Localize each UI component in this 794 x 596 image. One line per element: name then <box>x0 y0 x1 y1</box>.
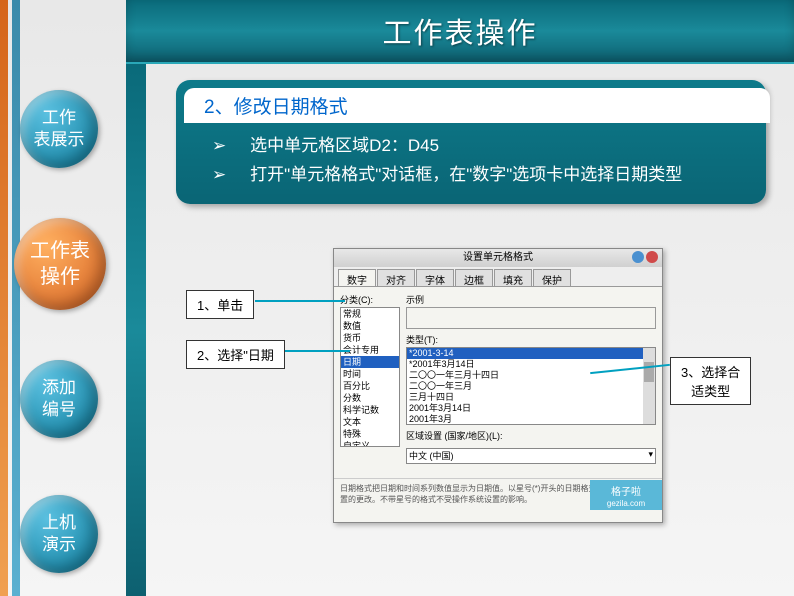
decor-stripe-teal <box>126 64 146 596</box>
tab-border[interactable]: 边框 <box>455 269 493 286</box>
list-item-selected[interactable]: *2001-3-14 <box>407 348 655 359</box>
callout-select-type: 3、选择合 适类型 <box>670 357 751 405</box>
list-item-selected[interactable]: 日期 <box>341 356 399 368</box>
list-item[interactable]: 货币 <box>341 332 399 344</box>
list-item[interactable]: 自定义 <box>341 440 399 447</box>
locale-label: 区域设置 (国家/地区)(L): <box>406 429 656 442</box>
list-item[interactable]: 数值 <box>341 320 399 332</box>
type-list[interactable]: *2001-3-14 *2001年3月14日 二〇〇一年三月十四日 二〇〇一年三… <box>406 347 656 425</box>
callout-text: 3、选择合 <box>681 365 740 380</box>
sidebar-item-label: 工作 表展示 <box>34 107 85 151</box>
callout-text: 1、单击 <box>197 298 243 313</box>
decor-stripe-blue <box>12 0 20 596</box>
watermark-name: 格子啦 <box>611 487 641 498</box>
tab-fill[interactable]: 填充 <box>494 269 532 286</box>
window-buttons <box>632 251 658 263</box>
list-item[interactable]: 文本 <box>341 416 399 428</box>
sidebar-item-label: 添加 编号 <box>42 377 76 421</box>
page-title: 工作表操作 <box>382 10 537 52</box>
sample-box <box>406 307 656 329</box>
dialog-body: 分类(C): 常规 数值 货币 会计专用 日期 时间 百分比 分数 科学记数 文… <box>334 287 662 470</box>
section-title: 2、修改日期格式 <box>184 88 770 123</box>
bullet-text: 打开"单元格格式"对话框，在"数字"选项卡中选择日期类型 <box>250 165 682 184</box>
callout-text: 适类型 <box>691 384 730 399</box>
watermark-url: gezila.com <box>607 499 645 508</box>
list-item[interactable]: 常规 <box>341 308 399 320</box>
callout-click: 1、单击 <box>186 290 254 319</box>
category-label: 分类(C): <box>340 293 400 306</box>
dialog-footer: 日期格式把日期和时间系列数值显示为日期值。以星号(*)开头的日期格式响应操作系统… <box>334 478 662 522</box>
type-label: 类型(T): <box>406 333 656 346</box>
format-cells-dialog: 设置单元格格式 数字 对齐 字体 边框 填充 保护 分类(C): 常规 数值 货… <box>333 248 663 523</box>
content-box: 2、修改日期格式 ➢ 选中单元格区域D2：D45 ➢ 打开"单元格格式"对话框，… <box>176 80 766 204</box>
locale-value: 中文 (中国) <box>409 451 454 461</box>
list-item[interactable]: 2001年3月14日 <box>407 403 655 414</box>
sidebar-item-demo[interactable]: 上机 演示 <box>20 495 98 573</box>
list-item[interactable]: 二〇〇一年三月 <box>407 381 655 392</box>
callout-text: 2、选择"日期 <box>197 348 274 363</box>
sidebar-item-add-number[interactable]: 添加 编号 <box>20 360 98 438</box>
dialog-tabs: 数字 对齐 字体 边框 填充 保护 <box>334 267 662 287</box>
list-item[interactable]: 特殊 <box>341 428 399 440</box>
watermark: 格子啦 gezila.com <box>590 480 662 510</box>
connector-line <box>280 350 350 352</box>
list-item[interactable]: 二〇〇一年三月十四日 <box>407 370 655 381</box>
dialog-titlebar: 设置单元格格式 <box>334 249 662 267</box>
list-item[interactable]: 三月十四日 <box>407 392 655 403</box>
category-list[interactable]: 常规 数值 货币 会计专用 日期 时间 百分比 分数 科学记数 文本 特殊 自定… <box>340 307 400 447</box>
bullet-arrow-icon: ➢ <box>212 136 236 156</box>
sample-label: 示例 <box>406 293 656 306</box>
content-body: ➢ 选中单元格区域D2：D45 ➢ 打开"单元格格式"对话框，在"数字"选项卡中… <box>182 123 760 194</box>
callout-select-date: 2、选择"日期 <box>186 340 285 369</box>
right-pane: 示例 类型(T): *2001-3-14 *2001年3月14日 二〇〇一年三月… <box>406 293 656 464</box>
tab-align[interactable]: 对齐 <box>377 269 415 286</box>
help-icon[interactable] <box>632 251 644 263</box>
list-item[interactable]: 分数 <box>341 392 399 404</box>
sidebar-item-worksheet-show[interactable]: 工作 表展示 <box>20 90 98 168</box>
connector-line <box>255 300 345 302</box>
tab-font[interactable]: 字体 <box>416 269 454 286</box>
sidebar-item-worksheet-ops[interactable]: 工作表 操作 <box>14 218 106 310</box>
sidebar-item-label: 工作表 操作 <box>30 238 90 290</box>
scrollbar[interactable] <box>643 348 655 424</box>
bullet-item: ➢ 打开"单元格格式"对话框，在"数字"选项卡中选择日期类型 <box>212 160 740 185</box>
tab-protect[interactable]: 保护 <box>533 269 571 286</box>
content-panel: 2、修改日期格式 ➢ 选中单元格区域D2：D45 ➢ 打开"单元格格式"对话框，… <box>176 80 766 204</box>
close-icon[interactable] <box>646 251 658 263</box>
category-pane: 分类(C): 常规 数值 货币 会计专用 日期 时间 百分比 分数 科学记数 文… <box>340 293 400 464</box>
tab-number[interactable]: 数字 <box>338 269 376 286</box>
locale-select[interactable]: 中文 (中国) <box>406 448 656 464</box>
bullet-item: ➢ 选中单元格区域D2：D45 <box>212 131 740 156</box>
bullet-text: 选中单元格区域D2：D45 <box>250 136 439 155</box>
list-item[interactable]: 时间 <box>341 368 399 380</box>
dialog-illustration: 1、单击 2、选择"日期 3、选择合 适类型 设置单元格格式 数字 对齐 字体 … <box>170 240 788 570</box>
list-item[interactable]: 科学记数 <box>341 404 399 416</box>
dialog-title-text: 设置单元格格式 <box>463 252 533 263</box>
list-item[interactable]: 2001年3月 <box>407 414 655 425</box>
decor-stripe-orange <box>0 0 8 596</box>
header-bar: 工作表操作 <box>126 0 794 64</box>
list-item[interactable]: 百分比 <box>341 380 399 392</box>
bullet-arrow-icon: ➢ <box>212 165 236 185</box>
sidebar-item-label: 上机 演示 <box>42 512 76 556</box>
